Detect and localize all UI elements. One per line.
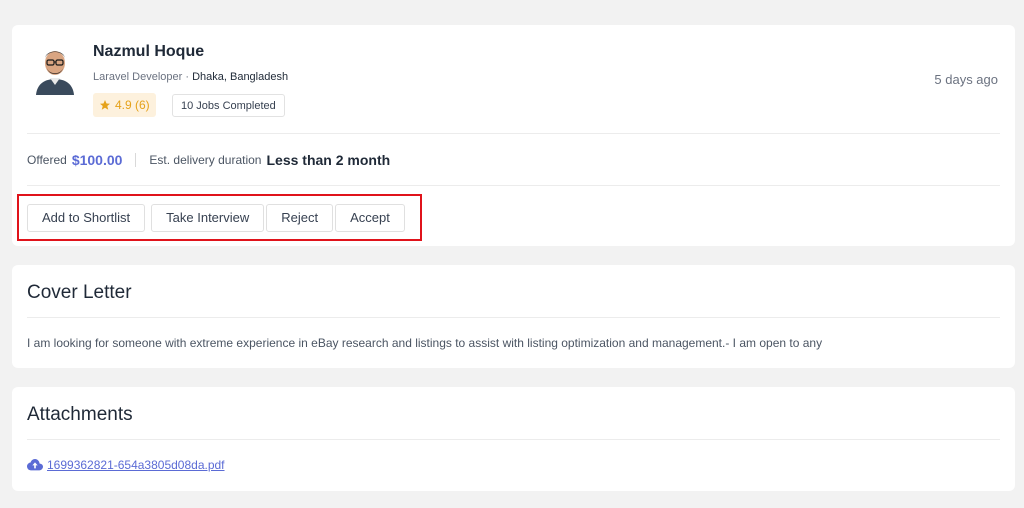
cloud-upload-icon [27,459,43,471]
applicant-location: Dhaka, Bangladesh [192,71,289,83]
applicant-name: Nazmul Hoque [93,43,205,60]
accept-button[interactable]: Accept [335,203,405,232]
attachments-card: Attachments 1699362821-654a3805d08da.pdf [12,387,1015,491]
action-buttons-highlight: Add to Shortlist Take Interview Reject A… [17,194,422,241]
attachment-link[interactable]: 1699362821-654a3805d08da.pdf [27,458,225,472]
cover-letter-text: I am looking for someone with extreme ex… [27,336,823,350]
applicant-role: Laravel Developer [93,71,183,83]
vertical-separator [135,153,137,167]
avatar [32,43,78,95]
reject-button[interactable]: Reject [266,203,334,232]
add-to-shortlist-button[interactable]: Add to Shortlist [27,203,146,232]
star-icon [100,100,110,110]
offer-label: Offered [27,153,67,167]
attachment-filename[interactable]: 1699362821-654a3805d08da.pdf [47,458,225,472]
take-interview-button[interactable]: Take Interview [151,203,265,232]
rating-value: 4.9 (6) [115,98,150,112]
offer-amount: $100.00 [71,152,123,168]
delivery-label: Est. delivery duration [149,153,262,167]
attachments-title: Attachments [27,404,133,425]
divider [27,185,1000,186]
divider [27,439,1000,440]
cover-letter-title: Cover Letter [27,282,132,303]
delivery-value: Less than 2 month [266,152,391,168]
cover-letter-card: Cover Letter I am looking for someone wi… [12,265,1015,368]
divider [27,133,1000,134]
applicant-card: Nazmul Hoque Laravel Developer · Dhaka, … [12,25,1015,246]
divider [27,317,1000,318]
posted-time: 5 days ago [934,72,998,87]
rating-badge: 4.9 (6) [93,93,156,117]
offer-row: Offered $100.00 Est. delivery duration L… [27,152,390,168]
applicant-meta: Laravel Developer · Dhaka, Bangladesh [93,71,288,83]
meta-separator: · [185,71,190,83]
jobs-completed-badge: 10 Jobs Completed [172,94,285,117]
